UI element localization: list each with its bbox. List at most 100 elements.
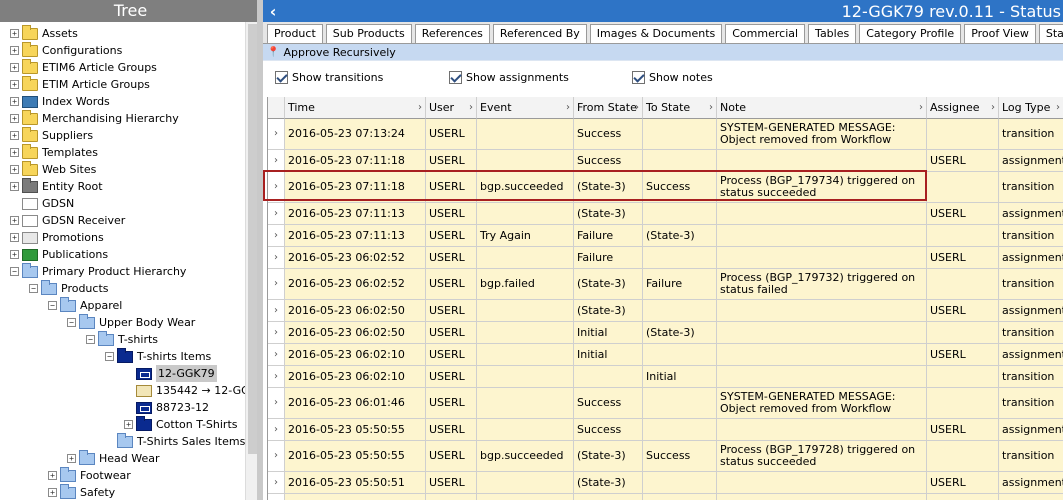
collapse-icon[interactable]: − — [10, 267, 19, 276]
tree-item[interactable]: + Cotton T-Shirts — [124, 415, 238, 433]
tree-item[interactable]: + Merchandising Hierarchy — [10, 109, 179, 127]
checkbox[interactable] — [632, 71, 645, 84]
expand-icon[interactable]: + — [10, 63, 19, 72]
expand-icon[interactable]: + — [48, 488, 57, 497]
expand-icon[interactable]: + — [10, 148, 19, 157]
expand-icon[interactable]: + — [10, 114, 19, 123]
tree-item[interactable]: − Upper Body Wear — [67, 313, 195, 331]
collapse-icon[interactable]: − — [105, 352, 114, 361]
tab-commercial[interactable]: Commercial — [725, 24, 806, 43]
expand-icon[interactable]: + — [10, 216, 19, 225]
sort-arrow-icon[interactable]: › — [635, 97, 639, 118]
table-row[interactable]: › 2016-05-23 05:50:51 USERL (State-3) USERL a… — [268, 472, 1063, 494]
column-header-user[interactable]: User › — [426, 97, 477, 119]
expand-icon[interactable]: + — [10, 131, 19, 140]
tree-item[interactable]: − T-shirts Items — [105, 347, 211, 365]
sort-arrow-icon[interactable]: › — [469, 97, 473, 118]
expand-icon[interactable]: + — [10, 250, 19, 259]
expand-icon[interactable]: + — [10, 182, 19, 191]
chevron-right-icon[interactable]: › — [268, 366, 285, 388]
sort-arrow-icon[interactable]: › — [1056, 97, 1060, 118]
tab-proof-view[interactable]: Proof View — [964, 24, 1036, 43]
checkbox[interactable] — [449, 71, 462, 84]
tab-referenced-by[interactable]: Referenced By — [492, 24, 587, 43]
chevron-right-icon[interactable]: › — [268, 472, 285, 494]
chevron-right-icon[interactable]: › — [268, 388, 285, 419]
chevron-right-icon[interactable]: › — [268, 322, 285, 344]
expand-icon[interactable]: + — [10, 97, 19, 106]
expand-icon[interactable]: + — [10, 80, 19, 89]
tree-item[interactable]: + GDSN Receiver — [10, 212, 125, 229]
tree-item[interactable]: + Head Wear — [67, 449, 160, 467]
collapse-icon[interactable]: − — [29, 284, 38, 293]
tree-item[interactable]: − Primary Product Hierarchy — [10, 262, 186, 280]
table-row[interactable]: › 2016-05-23 06:01:46 USERL Success SYSTEM-G… — [268, 388, 1063, 419]
tree-item[interactable]: + Configurations — [10, 41, 122, 59]
tree-item[interactable]: − Products — [29, 279, 109, 297]
table-row[interactable]: › 2016-05-23 05:50:55 USERL bgp.succeeded (S… — [268, 441, 1063, 472]
expand-icon[interactable]: + — [67, 454, 76, 463]
sort-arrow-icon[interactable]: › — [919, 97, 923, 118]
tree-item[interactable]: 88723-12 — [124, 399, 209, 416]
table-row[interactable]: › 2016-05-23 06:02:50 USERL (State-3) USERL a… — [268, 300, 1063, 322]
chevron-right-icon[interactable]: › — [268, 269, 285, 300]
chevron-right-icon[interactable]: › — [268, 150, 285, 172]
tab-references[interactable]: References — [414, 24, 490, 43]
chevron-right-icon[interactable]: › — [268, 494, 285, 500]
option-show-assignments[interactable]: Show assignments — [449, 71, 569, 84]
column-header-log-type[interactable]: Log Type › — [999, 97, 1063, 119]
tree-item[interactable]: GDSN — [10, 195, 74, 212]
tree-item[interactable]: + Index Words — [10, 93, 110, 110]
table-row[interactable]: › 2016-05-23 06:02:52 USERL Failure USERL ass… — [268, 247, 1063, 269]
tab-product[interactable]: Product — [267, 24, 323, 43]
chevron-right-icon[interactable]: › — [268, 119, 285, 150]
tree-item[interactable]: + Footwear — [48, 466, 131, 484]
table-row[interactable]: › 2016-05-23 07:11:13 USERL Try Again Failur… — [268, 225, 1063, 247]
expand-icon[interactable]: + — [124, 420, 133, 429]
approve-recursively-bar[interactable]: 📍 Approve Recursively — [263, 44, 1063, 61]
sort-arrow-icon[interactable]: › — [709, 97, 713, 118]
tree-item[interactable]: + Safety — [48, 483, 115, 500]
collapse-icon[interactable]: − — [86, 335, 95, 344]
tree-item[interactable]: − T-shirts — [86, 330, 158, 348]
table-row[interactable]: › 2016-05-23 07:13:24 USERL Success SYSTEM-G… — [268, 119, 1063, 150]
table-row[interactable]: › 2016-05-23 06:02:10 USERL Initial transiti… — [268, 366, 1063, 388]
tab-sub-products[interactable]: Sub Products — [325, 24, 412, 43]
tree-item[interactable]: − Apparel — [48, 296, 122, 314]
expand-icon[interactable]: + — [48, 471, 57, 480]
sort-arrow-icon[interactable]: › — [418, 97, 422, 118]
tree-item[interactable]: + ETIM Article Groups — [10, 75, 150, 93]
chevron-right-icon[interactable]: › — [268, 419, 285, 441]
tree-item[interactable]: + Publications — [10, 246, 108, 263]
tab-category-profile[interactable]: Category Profile — [859, 24, 962, 43]
table-row[interactable]: › 2016-05-23 07:11:18 USERL Success USERL ass… — [268, 150, 1063, 172]
column-header-assignee[interactable]: Assignee › — [927, 97, 999, 119]
tree-item[interactable]: + Templates — [10, 143, 98, 161]
sort-arrow-icon[interactable]: › — [991, 97, 995, 118]
table-row[interactable]: › 2016-05-23 06:02:50 USERL Initial (State-3… — [268, 322, 1063, 344]
column-header-to-state[interactable]: To State › — [643, 97, 717, 119]
tab-status[interactable]: Status — [1038, 24, 1063, 43]
checkbox[interactable] — [275, 71, 288, 84]
tree-item[interactable]: 12-GGK79 — [124, 365, 217, 382]
chevron-right-icon[interactable]: › — [268, 344, 285, 366]
table-row[interactable]: › 2016-05-23 06:02:52 USERL bgp.failed (Stat… — [268, 269, 1063, 300]
expand-icon[interactable]: + — [10, 46, 19, 55]
table-row[interactable]: ›2016-05-23 05:50:51USERL Initial(State-3… — [268, 494, 1063, 500]
expand-icon[interactable]: + — [10, 165, 19, 174]
tree-item[interactable]: + Assets — [10, 24, 78, 42]
tree-item[interactable]: + Web Sites — [10, 160, 96, 178]
chevron-right-icon[interactable]: › — [268, 225, 285, 247]
chevron-right-icon[interactable]: › — [268, 172, 285, 203]
collapse-icon[interactable]: − — [67, 318, 76, 327]
tree-item[interactable]: T-Shirts Sales Items — [105, 432, 245, 450]
tree-item[interactable]: 135442 → 12-GGK79 — [124, 382, 261, 399]
option-show-transitions[interactable]: Show transitions — [275, 71, 383, 84]
table-row[interactable]: › 2016-05-23 05:50:55 USERL Success USERL ass… — [268, 419, 1063, 441]
column-header-event[interactable]: Event › — [477, 97, 574, 119]
tab-images-documents[interactable]: Images & Documents — [589, 24, 723, 43]
tree-item[interactable]: + Suppliers — [10, 126, 93, 144]
option-show-notes[interactable]: Show notes — [632, 71, 713, 84]
table-row[interactable]: › 2016-05-23 06:02:10 USERL Initial USERL ass… — [268, 344, 1063, 366]
expand-icon[interactable]: + — [10, 29, 19, 38]
